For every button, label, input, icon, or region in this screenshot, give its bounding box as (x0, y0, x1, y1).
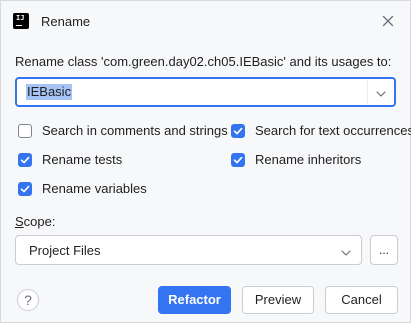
search-text-label: Search for text occurrences (255, 123, 411, 138)
intellij-app-icon: IJ (13, 13, 29, 29)
cancel-button[interactable]: Cancel (325, 286, 398, 314)
rename-inheritors-checkbox[interactable]: Rename inheritors (231, 152, 361, 167)
checkbox-checked-icon[interactable] (18, 152, 32, 167)
chevron-down-icon[interactable] (375, 87, 387, 97)
search-text-checkbox[interactable]: Search for text occurrences (231, 123, 411, 138)
close-icon[interactable] (380, 13, 396, 29)
scope-more-button[interactable]: ... (370, 235, 398, 265)
rename-tests-label: Rename tests (42, 152, 123, 167)
rename-variables-checkbox[interactable]: Rename variables (18, 181, 147, 196)
help-button[interactable]: ? (17, 289, 39, 311)
scope-label-text: cope: (23, 214, 56, 229)
app-icon-glyph: IJ (16, 14, 25, 22)
scope-selected-value: Project Files (29, 243, 101, 258)
scope-label-mnemonic: S (15, 214, 24, 229)
rename-variables-label: Rename variables (42, 181, 147, 196)
new-name-combobox[interactable]: IEBasic (15, 77, 396, 107)
chevron-down-icon (340, 246, 352, 256)
search-comments-checkbox[interactable]: Search in comments and strings (18, 123, 228, 138)
checkbox-checked-icon[interactable] (18, 181, 32, 196)
scope-label: Scope: (15, 214, 55, 229)
new-name-input[interactable] (17, 79, 367, 105)
checkbox-checked-icon[interactable] (231, 152, 245, 167)
rename-dialog: IJ Rename Rename class 'com.green.day02.… (0, 0, 411, 323)
search-comments-label: Search in comments and strings (42, 123, 228, 138)
rename-inheritors-label: Rename inheritors (255, 152, 362, 167)
checkbox-checked-icon[interactable] (231, 123, 245, 138)
rename-tests-checkbox[interactable]: Rename tests (18, 152, 122, 167)
refactor-button[interactable]: Refactor (158, 286, 231, 314)
checkbox-unchecked-icon[interactable] (18, 123, 32, 138)
title-bar: IJ Rename (1, 1, 410, 43)
rename-prompt: Rename class 'com.green.day02.ch05.IEBas… (15, 54, 392, 69)
dialog-title: Rename (41, 14, 91, 29)
preview-button[interactable]: Preview (242, 286, 314, 314)
scope-dropdown[interactable]: Project Files (15, 235, 362, 265)
